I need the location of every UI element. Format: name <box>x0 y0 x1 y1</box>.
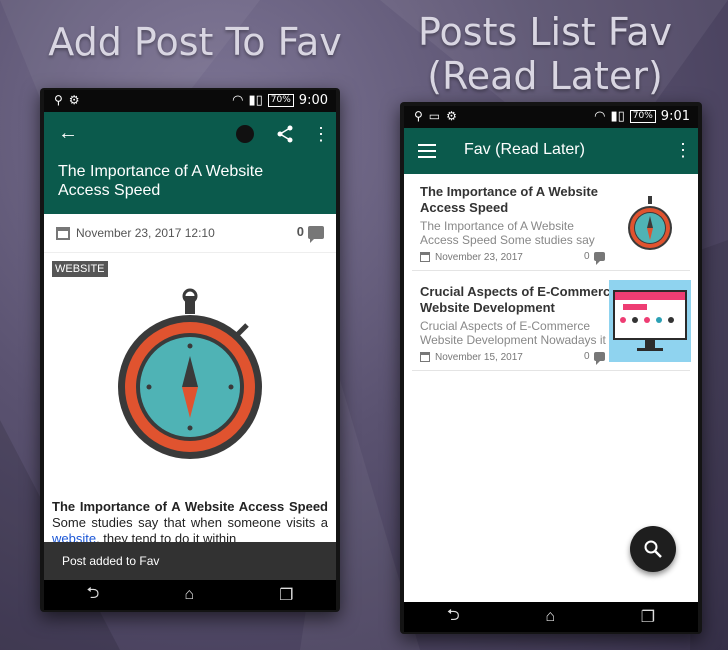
card-title: Crucial Aspects of E-Commerce Website De… <box>420 284 618 315</box>
battery-indicator: 70% <box>629 110 656 123</box>
card-excerpt: Crucial Aspects of E-Commerce Website De… <box>420 319 606 347</box>
left-phone: ⚲⚙ ◠ ▮▯ 70% 9:00 ← ⋮ The Importance of A… <box>40 88 340 612</box>
menu-icon[interactable] <box>418 144 436 158</box>
card-date-text: November 23, 2017 <box>435 252 523 263</box>
card-thumbnail-stopwatch <box>608 182 692 266</box>
signal-icon: ▮▯ <box>610 109 625 124</box>
card-date: November 15, 2017 <box>420 352 523 363</box>
wifi-icon: ◠ <box>232 93 244 108</box>
card-comments-text: 0 <box>584 251 590 262</box>
right-heading-line2: (Read Later) <box>427 54 663 98</box>
card-comments: 0 <box>584 351 605 365</box>
right-phone: ⚲▭⚙ ◠ ▮▯ 70% 9:01 Fav (Read Later) ⋮ The… <box>400 102 702 634</box>
status-time: 9:00 <box>298 93 328 108</box>
right-heading: Posts List Fav (Read Later) <box>395 10 695 98</box>
card-title: The Importance of A Website Access Speed <box>420 184 598 215</box>
post-featured-image <box>44 284 336 484</box>
search-fab[interactable] <box>630 526 676 572</box>
left-screen: ⚲⚙ ◠ ▮▯ 70% 9:00 ← ⋮ The Importance of A… <box>44 90 336 610</box>
recents-nav-icon[interactable]: ❐ <box>641 607 655 627</box>
right-heading-line1: Posts List Fav <box>417 10 673 54</box>
post-title: The Importance of A Website Access Speed <box>58 163 264 199</box>
more-vert-icon[interactable]: ⋮ <box>312 124 330 145</box>
left-heading: Add Post To Fav <box>48 20 342 64</box>
search-icon <box>644 540 662 558</box>
fav-card-2[interactable]: Crucial Aspects of E-Commerce Website De… <box>412 278 691 371</box>
card-date-text: November 15, 2017 <box>435 352 523 363</box>
back-nav-icon[interactable]: ⮌ <box>447 604 460 631</box>
card-comments: 0 <box>584 251 605 265</box>
status-notification-icons: ⚲▭⚙ <box>414 109 463 123</box>
home-nav-icon[interactable]: ⌂ <box>545 608 555 626</box>
post-body-bold: The Importance of A Website Access Speed <box>52 499 328 514</box>
back-nav-icon[interactable]: ⮌ <box>87 582 100 609</box>
status-bar: ⚲⚙ ◠ ▮▯ 70% 9:00 <box>44 90 336 112</box>
app-bar-title: Fav (Read Later) <box>464 141 585 158</box>
calendar-icon <box>56 227 70 241</box>
post-body-text: The Importance of A Website Access Speed… <box>52 499 328 547</box>
system-nav-bar: ⮌ ⌂ ❐ <box>44 580 336 610</box>
snackbar-message: Post added to Fav <box>62 554 160 568</box>
card-excerpt: The Importance of A Website Access Speed… <box>420 219 595 247</box>
share-icon[interactable] <box>276 125 294 143</box>
calendar-icon <box>420 352 430 363</box>
battery-indicator: 70% <box>267 94 294 107</box>
comment-count-text: 0 <box>296 224 304 239</box>
card-thumbnail-ecommerce <box>609 280 691 362</box>
card-date: November 23, 2017 <box>420 252 523 263</box>
status-notification-icons: ⚲⚙ <box>54 93 86 107</box>
comment-icon <box>593 351 605 365</box>
comment-icon <box>593 251 605 265</box>
wifi-icon: ◠ <box>594 109 606 124</box>
home-nav-icon[interactable]: ⌂ <box>184 586 194 604</box>
card-comments-text: 0 <box>584 351 590 362</box>
snackbar: Post added to Fav <box>44 542 336 580</box>
category-badge[interactable]: WEBSITE <box>52 261 108 277</box>
signal-icon: ▮▯ <box>248 93 263 108</box>
calendar-icon <box>420 252 430 263</box>
fav-app-bar: Fav (Read Later) ⋮ <box>404 128 698 174</box>
status-time: 9:01 <box>660 109 690 124</box>
post-app-bar: ← ⋮ The Importance of A Website Access S… <box>44 112 336 214</box>
clock-icon[interactable] <box>236 125 254 143</box>
post-date: November 23, 2017 12:10 <box>56 226 215 241</box>
post-date-text: November 23, 2017 12:10 <box>76 226 215 240</box>
comment-count[interactable]: 0 <box>296 224 324 244</box>
post-body-text1: Some studies say that when someone visit… <box>52 515 328 530</box>
fav-card-1[interactable]: The Importance of A Website Access Speed… <box>412 178 692 271</box>
more-vert-icon[interactable]: ⋮ <box>674 140 692 161</box>
system-nav-bar: ⮌ ⌂ ❐ <box>404 602 698 632</box>
comment-icon <box>308 226 324 244</box>
post-meta-row: November 23, 2017 12:10 0 <box>44 214 336 253</box>
status-bar: ⚲▭⚙ ◠ ▮▯ 70% 9:01 <box>404 106 698 128</box>
right-screen: ⚲▭⚙ ◠ ▮▯ 70% 9:01 Fav (Read Later) ⋮ The… <box>404 106 698 632</box>
recents-nav-icon[interactable]: ❐ <box>279 585 293 605</box>
back-arrow-icon[interactable]: ← <box>58 122 78 145</box>
